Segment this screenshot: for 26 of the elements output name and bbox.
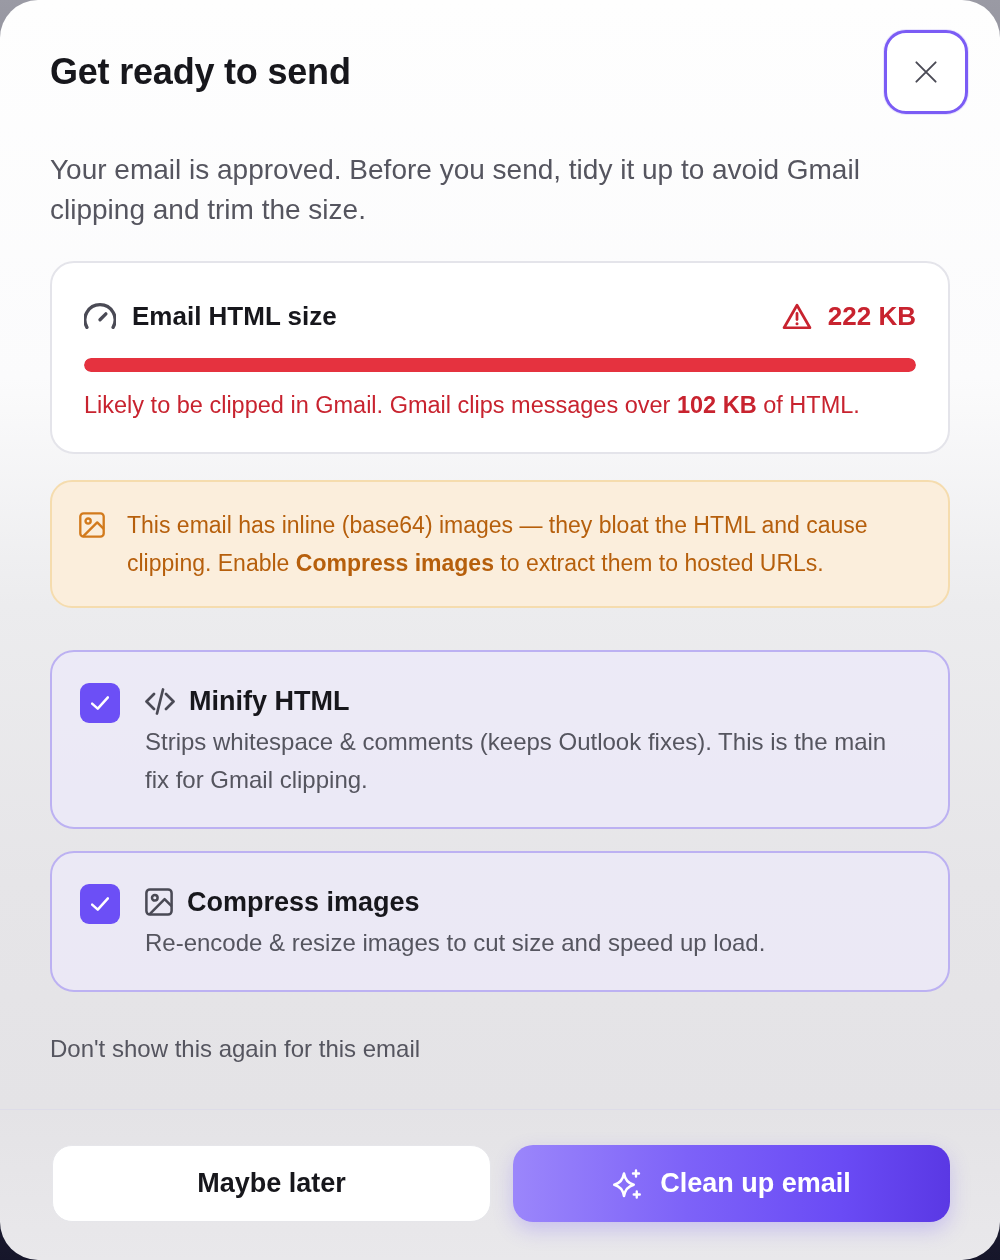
clean-up-button[interactable]: Clean up email	[513, 1145, 950, 1222]
close-icon	[915, 61, 937, 83]
option-title: Minify HTML	[189, 685, 350, 717]
option-card[interactable]: Compress images Re-encode & resize images to cut size and speed up load.	[50, 851, 950, 992]
checkbox[interactable]	[80, 683, 120, 723]
option-card[interactable]: Minify HTML Strips whitespace & comments (keeps Outlook fixes). This is the main fix for Gmail clipping.	[50, 650, 950, 829]
check-icon	[91, 897, 109, 911]
dialog-title: Get ready to send	[50, 51, 351, 93]
dont-show-again-link[interactable]: Don't show this again for this email	[50, 1034, 421, 1064]
size-message: Likely to be clipped in Gmail. Gmail clips messages over 102 KB of HTML.	[84, 391, 861, 420]
option-title: Compress images	[187, 886, 420, 918]
gauge-icon	[84, 303, 116, 329]
size-label: Email HTML size	[132, 300, 337, 332]
image-icon	[145, 888, 173, 916]
warning-text: This email has inline (base64) images — they bloat the HTML and cause clipping. Enable Compress images to extract them to hosted URLs.	[127, 511, 869, 578]
sparkle-icon	[612, 1168, 643, 1199]
check-icon	[91, 696, 109, 710]
dialog-description: Your email is approved. Before you send, tidy it up to avoid Gmail clipping and trim the size.	[50, 153, 861, 227]
code-icon	[145, 687, 175, 715]
checkbox[interactable]	[80, 884, 120, 924]
size-value: 222 KB	[827, 300, 916, 332]
maybe-later-button[interactable]: Maybe later	[52, 1145, 491, 1222]
image-icon	[79, 512, 105, 538]
option-description: Strips whitespace & comments (keeps Outlook fixes). This is the main fix for Gmail clipping.	[145, 727, 888, 795]
option-description: Re-encode & resize images to cut size and speed up load.	[145, 928, 766, 958]
close-button[interactable]	[884, 30, 968, 114]
